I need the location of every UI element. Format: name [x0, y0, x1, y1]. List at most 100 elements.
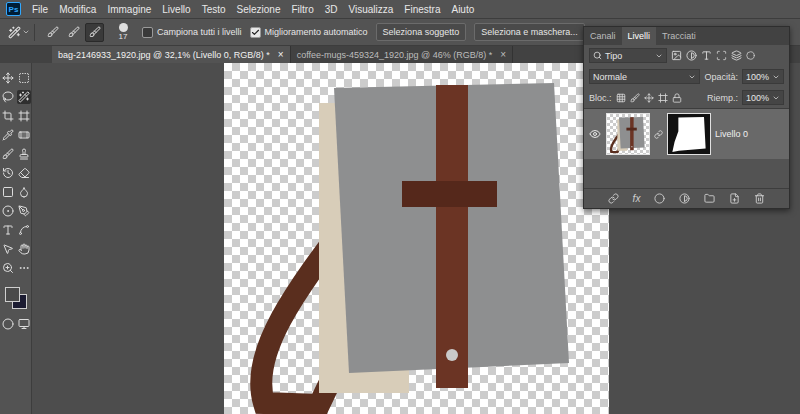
tool-button[interactable]: [17, 223, 31, 237]
color-swatches: [3, 285, 29, 311]
photoshop-window: Ps File Modifica Immagine Livello Testo Selezi…: [0, 0, 800, 414]
shape-filter-icon[interactable]: [716, 50, 727, 61]
menu-item[interactable]: 3D: [325, 4, 338, 15]
tool-button[interactable]: [1, 204, 15, 218]
pixel-filter-icon[interactable]: [671, 50, 682, 61]
lock-position-icon[interactable]: [644, 93, 654, 103]
panel-tab[interactable]: Livelli: [622, 27, 657, 45]
tool-button[interactable]: [1, 185, 15, 199]
mode-button[interactable]: [64, 23, 83, 42]
chevron-down-icon: [688, 73, 696, 81]
app-logo[interactable]: Ps: [6, 2, 21, 16]
menu-item[interactable]: File: [32, 4, 48, 15]
lasso-icon: [2, 91, 14, 103]
lock-pixels-icon[interactable]: [630, 93, 640, 103]
tool-button[interactable]: [17, 147, 31, 161]
panel-tab[interactable]: Canali: [584, 27, 622, 45]
lock-artboard-icon[interactable]: [658, 93, 668, 103]
opacity-field[interactable]: 100%: [742, 69, 784, 84]
visibility-toggle[interactable]: [588, 128, 602, 140]
foreground-swatch[interactable]: [5, 287, 20, 302]
blur-icon: [18, 186, 30, 198]
adjustment-layer-icon[interactable]: [679, 193, 690, 204]
mode-button[interactable]: [85, 23, 104, 42]
path-selection-icon: [2, 243, 14, 255]
pen-icon: [18, 205, 30, 217]
healing-icon: [18, 129, 30, 141]
frame-icon: [18, 110, 30, 122]
document-tab[interactable]: coffee-mugs-459324_1920.jpg @ 46% (RGB/8…: [291, 46, 513, 63]
eye-icon: [589, 128, 601, 140]
tool-button[interactable]: [17, 109, 31, 123]
menu-item[interactable]: Visualizza: [349, 4, 394, 15]
panel-tab[interactable]: Tracciati: [656, 27, 702, 45]
tool-button[interactable]: [17, 90, 31, 104]
trash-icon[interactable]: [754, 193, 765, 204]
tool-button[interactable]: [1, 90, 15, 104]
tool-button[interactable]: [1, 317, 15, 331]
document-tab[interactable]: bag-2146933_1920.jpg @ 32,1% (Livello 0,…: [52, 46, 291, 63]
layer-effects-button[interactable]: fx: [633, 193, 641, 204]
history-brush-icon: [2, 167, 14, 179]
tool-button[interactable]: [1, 242, 15, 256]
tool-button[interactable]: [17, 166, 31, 180]
tab-close[interactable]: ×: [500, 49, 506, 60]
checkbox-row[interactable]: Miglioramento automatico: [250, 27, 368, 38]
add-mask-icon[interactable]: [654, 193, 665, 204]
menu-item[interactable]: Immagine: [107, 4, 151, 15]
tool-button[interactable]: [1, 128, 15, 142]
brush-dot: [119, 23, 128, 32]
tool-button[interactable]: [17, 128, 31, 142]
path-icon: [18, 224, 30, 236]
new-layer-icon[interactable]: [729, 193, 740, 204]
brush-size[interactable]: 17: [112, 23, 134, 41]
layer-mask-thumbnail[interactable]: [667, 113, 711, 155]
fill-field[interactable]: 100%: [742, 90, 784, 105]
filter-select[interactable]: Tipo: [589, 48, 667, 63]
menu-item[interactable]: Filtro: [291, 4, 313, 15]
tab-close[interactable]: ×: [278, 49, 284, 60]
move-icon: [2, 72, 14, 84]
checkbox[interactable]: [142, 27, 153, 38]
tool-preset[interactable]: [4, 24, 35, 41]
blend-mode-select[interactable]: Normale: [589, 69, 700, 84]
tool-button[interactable]: [1, 223, 15, 237]
tool-button[interactable]: [17, 204, 31, 218]
selection-modes: [43, 23, 104, 42]
tool-button[interactable]: [17, 185, 31, 199]
lock-all-icon[interactable]: [672, 93, 682, 103]
group-icon[interactable]: [704, 193, 715, 204]
document-canvas[interactable]: [224, 63, 609, 414]
menu-item[interactable]: Livello: [162, 4, 190, 15]
tool-button[interactable]: [1, 147, 15, 161]
menu-item[interactable]: Testo: [202, 4, 226, 15]
link-layers-icon[interactable]: [608, 193, 619, 204]
mode-button[interactable]: [43, 23, 62, 42]
tool-button[interactable]: [17, 261, 31, 275]
checkbox[interactable]: [250, 27, 261, 38]
menu-item[interactable]: Finestra: [404, 4, 440, 15]
tool-button[interactable]: [17, 71, 31, 85]
tool-button[interactable]: [1, 71, 15, 85]
menu-item[interactable]: Modifica: [59, 4, 96, 15]
blend-row: NormaleOpacità:100%: [584, 66, 789, 87]
mask-link-icon[interactable]: [654, 130, 663, 139]
layer-row[interactable]: Livello 0: [584, 109, 789, 159]
menu-item[interactable]: Aiuto: [451, 4, 474, 15]
tool-button[interactable]: [1, 109, 15, 123]
tool-button[interactable]: [17, 317, 31, 331]
menu-item[interactable]: Selezione: [237, 4, 281, 15]
option-button[interactable]: Seleziona e maschera...: [474, 23, 585, 41]
type-filter-icon[interactable]: [701, 50, 712, 61]
option-button[interactable]: Seleziona soggetto: [376, 23, 467, 41]
adjustment-filter-icon[interactable]: [686, 50, 697, 61]
tool-button[interactable]: [1, 261, 15, 275]
tool-button[interactable]: [17, 242, 31, 256]
filter-toggle-icon[interactable]: [746, 51, 755, 60]
checkbox-row[interactable]: Campiona tutti i livelli: [142, 27, 242, 38]
brush-icon: [2, 148, 14, 160]
lock-transparency-icon[interactable]: [616, 93, 626, 103]
dodge-icon: [2, 205, 14, 217]
tool-button[interactable]: [1, 166, 15, 180]
smart-object-filter-icon[interactable]: [731, 50, 742, 61]
